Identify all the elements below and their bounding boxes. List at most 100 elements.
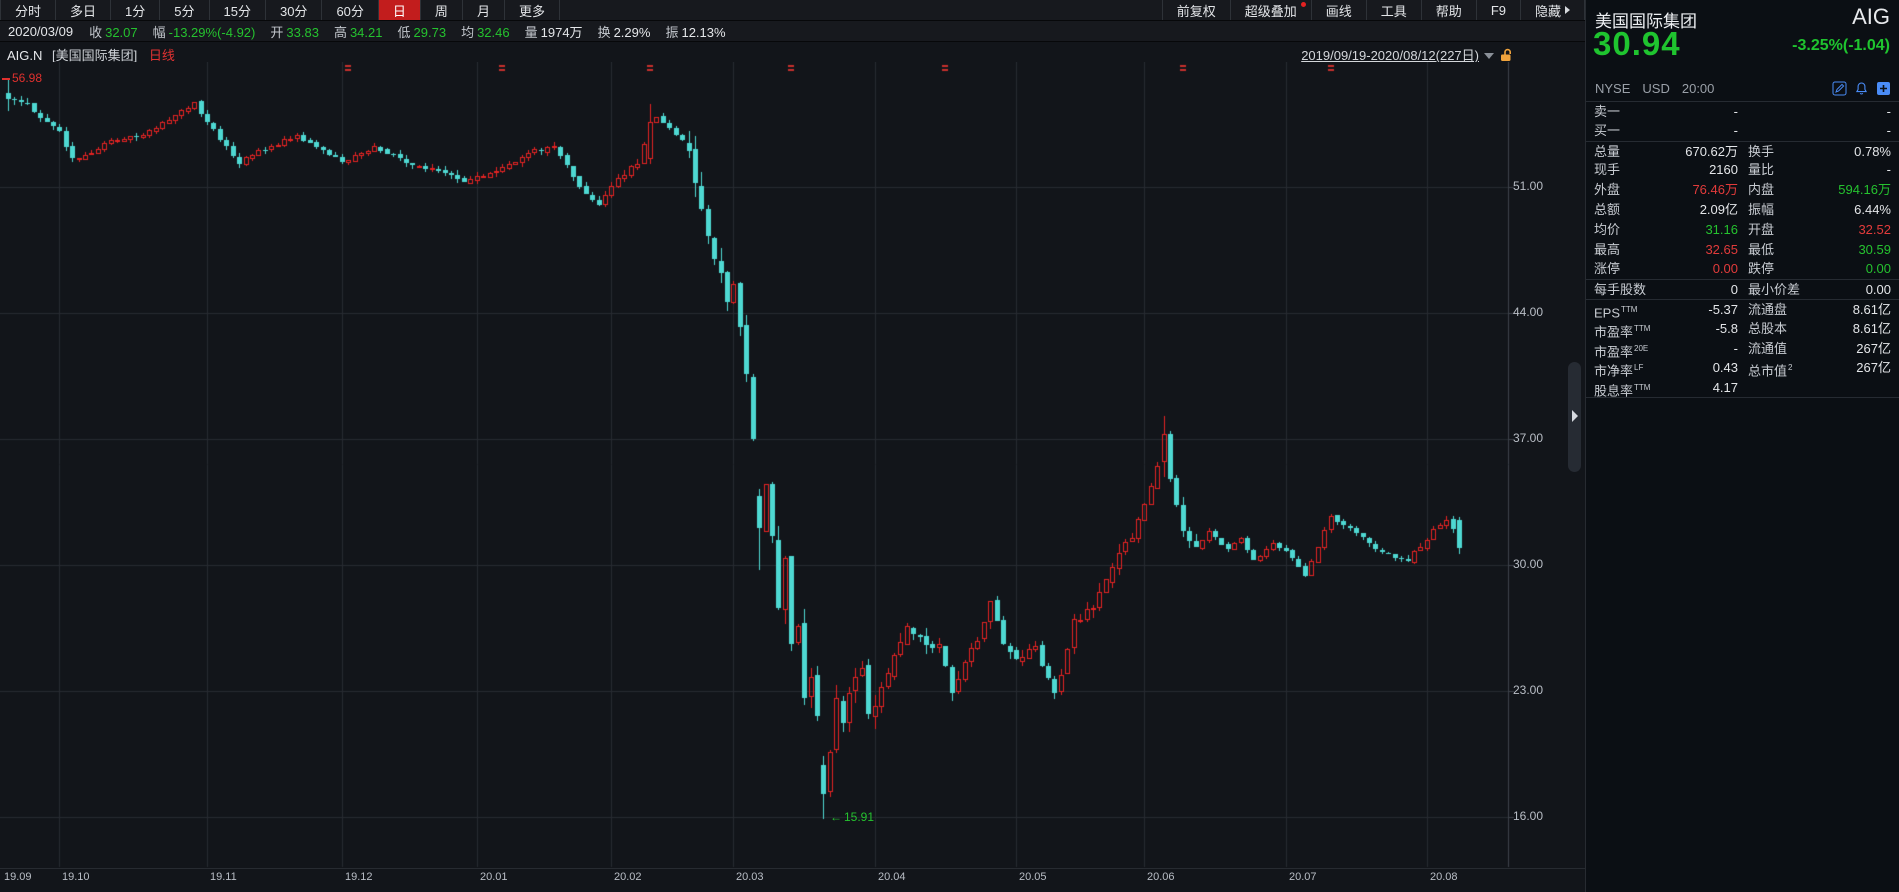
notification-dot bbox=[1300, 2, 1306, 7]
stat-value: - bbox=[1733, 104, 1738, 119]
stock-ticker: AIG bbox=[1852, 4, 1890, 29]
ohlc-label: 振 bbox=[665, 24, 679, 40]
last-price: 30.94 bbox=[1593, 25, 1681, 62]
ohlc-value: 32.46 bbox=[477, 24, 510, 40]
ohlc-value: 32.07 bbox=[105, 24, 138, 40]
stat-label: 卖一 bbox=[1594, 104, 1621, 119]
stat-value: 0 bbox=[1730, 282, 1738, 298]
period-tab-15分[interactable]: 15分 bbox=[210, 0, 266, 20]
x-tick-label: 20.08 bbox=[1430, 871, 1458, 883]
menu-item-前复权[interactable]: 前复权 bbox=[1161, 0, 1231, 20]
cursor-date: 2020/03/09 bbox=[8, 23, 74, 39]
ohlc-value: 34.21 bbox=[349, 24, 383, 40]
menu-item-工具[interactable]: 工具 bbox=[1367, 0, 1422, 20]
range-low-label: ← 15.91 bbox=[830, 810, 875, 824]
market-info-row: NYSE USD 20:00 bbox=[1595, 79, 1891, 97]
x-tick-label: 19.10 bbox=[62, 871, 90, 883]
period-tabs: 分时 多日 1分 5分 15分 30分 60分日周月更多 bbox=[0, 0, 560, 20]
stat-label: 内盘 bbox=[1748, 182, 1775, 198]
stat-value: 0.00 bbox=[1712, 261, 1738, 277]
stat-row: 市盈率TTM -5.8 总股本 8.61亿 bbox=[1586, 319, 1899, 339]
stat-row: 股息率TTM 4.17 bbox=[1586, 378, 1899, 398]
stat-row: 市盈率20E - 流通值 267亿 bbox=[1586, 339, 1899, 359]
menu-item-画线[interactable]: 画线 bbox=[1312, 0, 1367, 20]
chevron-right-icon bbox=[1565, 6, 1570, 14]
ohlc-pair: 低 29.73 bbox=[398, 22, 447, 41]
stat-value: -5.8 bbox=[1715, 320, 1738, 336]
ohlc-label: 均 bbox=[461, 24, 475, 40]
ohlc-value: 33.83 bbox=[286, 24, 319, 40]
x-tick-label: 20.05 bbox=[1019, 871, 1047, 883]
ohlc-label: 换 bbox=[597, 24, 611, 40]
menu-item-帮助[interactable]: 帮助 bbox=[1422, 0, 1477, 20]
ohlc-pair: 振 12.13% bbox=[665, 22, 725, 41]
period-tab-月[interactable]: 月 bbox=[463, 0, 505, 20]
menu-item-隐藏[interactable]: 隐藏 bbox=[1521, 0, 1585, 20]
stat-label: 市净率LF bbox=[1594, 363, 1644, 379]
stat-value: - bbox=[1886, 104, 1891, 119]
ohlc-label: 开 bbox=[270, 24, 284, 40]
stat-label: 开盘 bbox=[1748, 221, 1775, 237]
y-tick-label: 37.00 bbox=[1513, 431, 1544, 445]
candlestick-chart[interactable] bbox=[0, 62, 1565, 868]
stat-value: - bbox=[1886, 122, 1891, 138]
bell-icon[interactable] bbox=[1854, 81, 1869, 96]
x-tick-label: 20.04 bbox=[878, 871, 906, 883]
menu-item-F9[interactable]: F9 bbox=[1477, 0, 1521, 20]
high-marker-dash bbox=[2, 78, 10, 80]
panel-collapse-strip bbox=[1565, 62, 1585, 868]
quote-panel: 美国国际集团 AIG 30.94 -3.25%(-1.04) NYSE USD … bbox=[1585, 0, 1899, 892]
stat-value: 31.16 bbox=[1705, 221, 1738, 237]
menu-item-超级叠加[interactable]: 超级叠加 bbox=[1231, 0, 1312, 20]
period-label: 日线 bbox=[148, 48, 175, 63]
stat-label: 均价 bbox=[1594, 221, 1621, 237]
stat-label: 最小价差 bbox=[1748, 282, 1801, 298]
stat-label: 振幅 bbox=[1748, 201, 1775, 217]
ohlc-value: 2.29% bbox=[613, 24, 651, 40]
ohlc-label: 幅 bbox=[152, 24, 166, 40]
stat-row: EPSTTM -5.37 流通盘 8.61亿 bbox=[1586, 298, 1899, 321]
ohlc-value: 1974万 bbox=[540, 24, 583, 40]
quote-stats-table: 卖一 - - 买一 - - 总量 670.62万 换手 0.78% 现手 2160 量比 - 外盘 76.46… bbox=[1586, 101, 1899, 398]
period-tab-多日[interactable]: 多日 bbox=[56, 0, 112, 20]
ohlc-pair: 换 2.29% bbox=[598, 22, 651, 41]
stat-label: EPSTTM bbox=[1594, 304, 1638, 321]
period-tab-更多[interactable]: 更多 bbox=[505, 0, 560, 20]
y-tick-label: 23.00 bbox=[1513, 683, 1544, 697]
stat-label: 流通值 bbox=[1748, 340, 1788, 356]
period-tab-60分[interactable]: 60分 bbox=[322, 0, 379, 20]
unlock-icon[interactable] bbox=[1500, 48, 1513, 62]
chevron-down-icon[interactable] bbox=[1484, 52, 1494, 59]
symbol-name: [美国国际集团] bbox=[52, 48, 138, 63]
period-tab-日[interactable]: 日 bbox=[378, 0, 421, 20]
stat-value: 32.52 bbox=[1858, 221, 1891, 237]
stat-row: 卖一 - - bbox=[1586, 101, 1899, 121]
ohlc-value: 29.73 bbox=[413, 24, 447, 40]
y-tick-label: 44.00 bbox=[1513, 305, 1544, 319]
period-tab-30分[interactable]: 30分 bbox=[266, 0, 323, 20]
stat-value: -5.37 bbox=[1708, 301, 1738, 317]
range-high-label: 56.98 bbox=[12, 71, 43, 85]
ohlc-pair: 幅 -13.29%(-4.92) bbox=[153, 22, 256, 41]
x-tick-label: 20.01 bbox=[480, 871, 508, 883]
stat-value: 670.62万 bbox=[1685, 143, 1738, 159]
ohlc-label: 量 bbox=[524, 24, 538, 40]
symbol-code: AIG.N bbox=[7, 48, 43, 63]
stat-value: 0.00 bbox=[1865, 282, 1891, 298]
period-tab-周[interactable]: 周 bbox=[421, 0, 463, 20]
x-axis-line bbox=[0, 868, 1585, 869]
period-tab-1分[interactable]: 1分 bbox=[111, 0, 161, 20]
stat-value: 30.59 bbox=[1858, 241, 1891, 257]
exchange-label: NYSE bbox=[1595, 80, 1631, 96]
pencil-icon[interactable] bbox=[1832, 81, 1847, 96]
tools-menu: 前复权 超级叠加 画线 工具 帮助 F9 隐藏 bbox=[1161, 0, 1585, 20]
plus-icon[interactable] bbox=[1876, 81, 1891, 96]
period-tab-5分[interactable]: 5分 bbox=[160, 0, 210, 20]
period-tab-分时[interactable]: 分时 bbox=[0, 0, 57, 20]
chart-title-row: AIG.N [美国国际集团] 日线 2019/09/19-2020/08/12(… bbox=[0, 42, 1585, 63]
y-tick-label: 30.00 bbox=[1513, 557, 1544, 571]
panel-collapse-handle[interactable] bbox=[1568, 362, 1581, 472]
chart-column: 分时 多日 1分 5分 15分 30分 60分日周月更多 前复权 超级叠加 画线 工具 帮助 F9 隐藏… bbox=[0, 0, 1585, 892]
stat-label: 总市值2 bbox=[1748, 363, 1793, 379]
ohlc-label: 高 bbox=[333, 24, 347, 40]
